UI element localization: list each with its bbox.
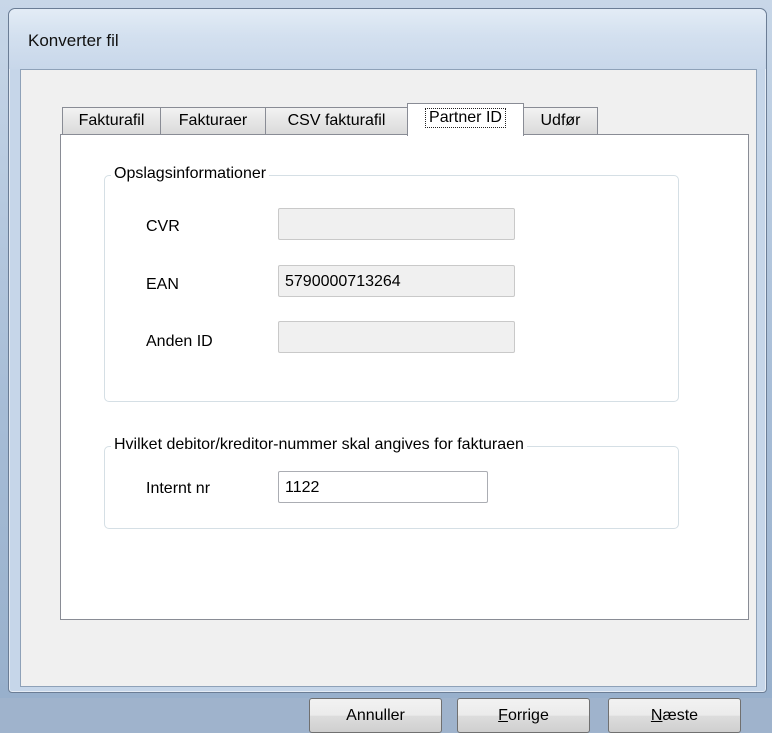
other-id-field[interactable] [278, 321, 515, 353]
tab-label: Udfør [540, 112, 581, 129]
cvr-field[interactable] [278, 208, 515, 240]
debtor-group: Hvilket debitor/kreditor-nummer skal ang… [104, 436, 679, 529]
other-id-label: Anden ID [146, 333, 213, 350]
tab-label: CSV fakturafil [287, 112, 386, 129]
tab-fakturaer[interactable]: Fakturaer [160, 107, 266, 134]
cancel-button[interactable]: Annuller [309, 698, 442, 733]
previous-button[interactable]: Forrige [457, 698, 590, 733]
internal-number-label: Internt nr [146, 480, 211, 497]
next-button-accesskey: N [650, 707, 663, 724]
tab-partner-id[interactable]: Partner ID [407, 103, 524, 136]
tab-label: Fakturafil [78, 112, 145, 129]
next-button[interactable]: Næste [608, 698, 741, 733]
title-bar[interactable]: Konverter fil [9, 9, 766, 69]
tab-label: Fakturaer [178, 112, 248, 129]
dialog-client-area: Fakturafil Fakturaer CSV fakturafil Part… [20, 69, 757, 733]
lookup-legend: Opslagsinformationer [111, 165, 270, 183]
lookup-group: Opslagsinformationer CVR EAN 57900007132… [104, 165, 679, 402]
previous-button-accesskey: F [498, 707, 508, 724]
tab-csv-fakturafil[interactable]: CSV fakturafil [265, 107, 408, 134]
window-title: Konverter fil [28, 31, 119, 50]
next-button-label: æste [662, 707, 699, 724]
tab-label: Partner ID [425, 108, 506, 128]
ean-field[interactable]: 5790000713264 [278, 265, 515, 297]
dialog-window: Konverter fil Fakturafil Fakturaer CSV f… [8, 8, 767, 733]
partner-id-panel: Opslagsinformationer CVR EAN 57900007132… [60, 134, 749, 620]
internal-number-input[interactable]: 1122 [278, 471, 488, 503]
tab-fakturafil[interactable]: Fakturafil [62, 107, 161, 134]
previous-button-label: orrige [507, 707, 549, 724]
tab-udfor[interactable]: Udfør [523, 107, 598, 134]
ean-label: EAN [146, 276, 179, 293]
cvr-label: CVR [146, 218, 180, 235]
debtor-legend: Hvilket debitor/kreditor-nummer skal ang… [111, 436, 527, 454]
